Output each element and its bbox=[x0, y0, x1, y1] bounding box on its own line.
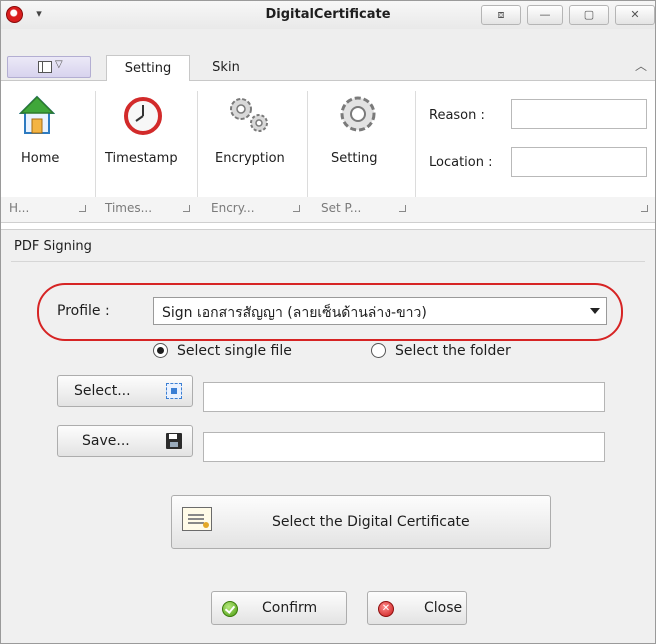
select-certificate-button[interactable]: Select the Digital Certificate bbox=[171, 495, 551, 549]
reason-input[interactable] bbox=[511, 99, 647, 129]
check-icon bbox=[222, 601, 238, 617]
minimize-icon: — bbox=[539, 8, 551, 21]
dialog-launcher-icon[interactable] bbox=[641, 205, 648, 212]
radio-folder-label[interactable]: Select the folder bbox=[395, 343, 511, 359]
group-label-timestamp: Times... bbox=[105, 201, 153, 215]
panel-divider bbox=[11, 261, 645, 262]
select-icon bbox=[166, 383, 182, 399]
save-button-label: Save... bbox=[82, 433, 130, 449]
application-menu-button[interactable]: ▽ bbox=[7, 56, 91, 78]
app-window: ▾ DigitalCertificate ⧈ — ▢ ✕ ▽ Setting S… bbox=[0, 0, 656, 644]
location-label: Location : bbox=[429, 155, 493, 170]
maximize-button[interactable]: ▢ bbox=[569, 5, 609, 25]
gears-icon bbox=[230, 98, 268, 132]
group-label-setting: Set P... bbox=[321, 201, 362, 215]
setting-label: Setting bbox=[331, 151, 378, 166]
panel-title: PDF Signing bbox=[14, 239, 92, 254]
radio-single-file-label[interactable]: Select single file bbox=[177, 343, 292, 359]
encryption-label: Encryption bbox=[215, 151, 285, 166]
tab-skin[interactable]: Skin bbox=[201, 55, 251, 81]
dialog-launcher-icon[interactable] bbox=[79, 205, 86, 212]
group-label-home: H... bbox=[9, 201, 30, 215]
radio-folder[interactable] bbox=[371, 343, 386, 358]
save-button[interactable]: Save... bbox=[57, 425, 193, 457]
title-bar: ▾ DigitalCertificate ⧈ — ▢ ✕ bbox=[1, 1, 655, 29]
close-circle-icon: ✕ bbox=[378, 601, 394, 617]
ribbon-tab-bar bbox=[1, 29, 655, 81]
document-icon bbox=[38, 61, 52, 73]
clock-icon bbox=[124, 97, 162, 135]
gear-icon bbox=[340, 96, 376, 132]
dialog-launcher-icon[interactable] bbox=[399, 205, 406, 212]
certificate-icon bbox=[182, 507, 212, 531]
screen-icon: ⧈ bbox=[497, 8, 505, 21]
reason-label: Reason : bbox=[429, 108, 485, 123]
chevron-down-icon: ▽ bbox=[55, 59, 63, 70]
maximize-icon: ▢ bbox=[583, 8, 595, 21]
close-window-button[interactable]: ✕ bbox=[615, 5, 655, 25]
home-icon bbox=[19, 95, 55, 134]
select-file-button-label: Select... bbox=[74, 383, 131, 399]
confirm-button[interactable]: Confirm bbox=[211, 591, 347, 625]
highlight-annotation bbox=[37, 283, 623, 341]
tab-setting[interactable]: Setting bbox=[106, 55, 190, 82]
select-certificate-label: Select the Digital Certificate bbox=[272, 514, 470, 530]
location-input[interactable] bbox=[511, 147, 647, 177]
save-path-field[interactable] bbox=[203, 432, 605, 462]
close-button[interactable]: ✕ Close bbox=[367, 591, 467, 625]
radio-single-file[interactable] bbox=[153, 343, 168, 358]
home-label: Home bbox=[21, 151, 60, 166]
floppy-disk-icon bbox=[166, 433, 182, 449]
confirm-button-label: Confirm bbox=[262, 600, 318, 616]
group-label-encryption: Encry... bbox=[211, 201, 255, 215]
timestamp-label: Timestamp bbox=[105, 151, 178, 166]
dialog-launcher-icon[interactable] bbox=[183, 205, 190, 212]
collapse-ribbon-icon[interactable]: ︿ bbox=[635, 57, 647, 74]
restore-layout-button[interactable]: ⧈ bbox=[481, 5, 521, 25]
minimize-button[interactable]: — bbox=[527, 5, 563, 25]
dialog-launcher-icon[interactable] bbox=[293, 205, 300, 212]
select-path-field[interactable] bbox=[203, 382, 605, 412]
close-button-label: Close bbox=[424, 600, 463, 616]
select-file-button[interactable]: Select... bbox=[57, 375, 193, 407]
close-icon: ✕ bbox=[630, 8, 640, 21]
